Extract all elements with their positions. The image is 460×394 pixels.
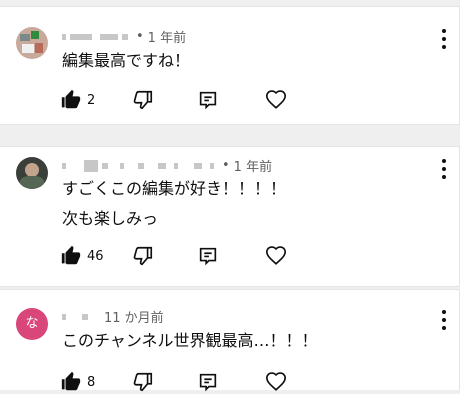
reply-comment-icon (199, 373, 217, 392)
comment-time[interactable]: 1 年前 (148, 27, 186, 46)
dislike-button[interactable] (132, 88, 154, 112)
comment-card: • 1 年前 すごくこの編集が好き！！！！ 次も楽しみっ 46 (0, 146, 460, 287)
like-count: 2 (87, 92, 96, 108)
dislike-button[interactable] (132, 244, 154, 268)
reply-comment-icon (199, 247, 217, 266)
comment-line: このチャンネル世界観最高…！！！ (62, 331, 318, 350)
more-options-button[interactable] (437, 159, 451, 179)
comment-line: 編集最高ですね！ (62, 51, 191, 70)
author-name-redacted[interactable] (62, 33, 132, 40)
comment-text: このチャンネル世界観最高…！！！ (62, 329, 318, 353)
thumb-up-icon (61, 245, 81, 265)
reply-button[interactable] (197, 244, 219, 268)
comment-card: • 1 年前 編集最高ですね！ 2 (0, 6, 460, 125)
comment-meta: • 1 年前 (62, 156, 272, 175)
heart-button[interactable] (265, 88, 287, 112)
heart-button[interactable] (265, 244, 287, 268)
thumb-up-icon (61, 89, 81, 109)
like-count: 46 (87, 248, 104, 264)
reply-comment-icon (199, 91, 217, 110)
author-name-redacted[interactable] (62, 313, 92, 320)
like-button[interactable]: 2 (60, 88, 95, 112)
comment-card: な 11 か月前 このチャンネル世界観最高…！！！ 8 (0, 289, 460, 392)
avatar[interactable] (16, 27, 48, 59)
comment-meta: • 1 年前 (62, 27, 186, 46)
heart-icon (266, 372, 286, 391)
comment-line: 次も楽しみっ (62, 209, 159, 228)
heart-button[interactable] (265, 370, 287, 394)
like-count: 8 (87, 374, 96, 390)
author-name-redacted[interactable] (62, 159, 218, 172)
thumb-down-icon (133, 246, 153, 266)
comment-line: すごくこの編集が好き！！！！ (62, 179, 287, 198)
reply-button[interactable] (197, 370, 219, 394)
comment-time[interactable]: 1 年前 (234, 156, 272, 175)
avatar[interactable]: な (16, 308, 48, 340)
comment-meta: 11 か月前 (62, 307, 164, 326)
comment-text: すごくこの編集が好き！！！！ 次も楽しみっ (62, 177, 286, 231)
thumb-down-icon (133, 90, 153, 110)
avatar[interactable] (16, 157, 48, 189)
dislike-button[interactable] (132, 370, 154, 394)
like-button[interactable]: 46 (60, 244, 104, 268)
comment-text: 編集最高ですね！ (62, 49, 190, 73)
more-options-button[interactable] (437, 29, 451, 49)
thumb-down-icon (133, 372, 153, 392)
like-button[interactable]: 8 (60, 370, 95, 394)
thumb-up-icon (61, 371, 81, 391)
reply-button[interactable] (197, 88, 219, 112)
comment-time[interactable]: 11 か月前 (104, 307, 164, 326)
heart-icon (266, 246, 286, 265)
heart-icon (266, 90, 286, 109)
more-options-button[interactable] (437, 310, 451, 330)
